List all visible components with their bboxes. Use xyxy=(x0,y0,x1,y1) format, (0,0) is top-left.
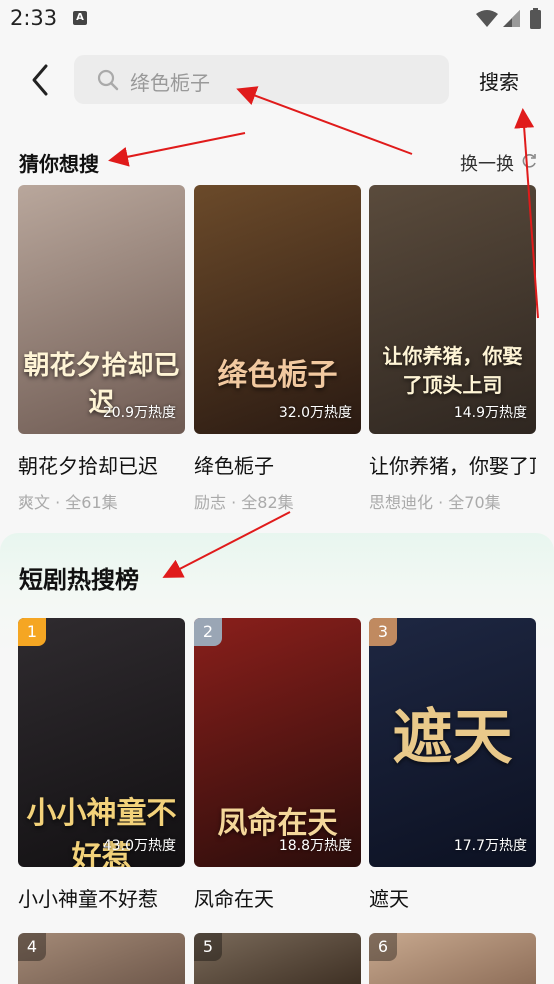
refresh-button[interactable]: 换一换 xyxy=(460,150,536,176)
search-input[interactable]: 绛色栀子 xyxy=(74,55,449,104)
hot-card-2[interactable]: 凤命在天 2 18.8万热度 凤命在天 xyxy=(194,618,361,912)
drama-title: 凤命在天 xyxy=(194,887,274,911)
back-icon[interactable] xyxy=(26,62,56,98)
drama-title: 让你养猪，你娶了顶头上司 xyxy=(369,454,536,478)
cellular-icon xyxy=(503,10,520,27)
rank-badge: 1 xyxy=(18,618,46,646)
drama-title: 朝花夕拾却已迟 xyxy=(18,454,158,478)
hot-card-1[interactable]: 小小神童不好惹 1 43.0万热度 小小神童不好惹 xyxy=(18,618,185,912)
hot-card-4[interactable]: 4 xyxy=(18,933,185,984)
drama-meta: 励志 · 全82集 xyxy=(194,493,294,512)
notification-badge-icon: A xyxy=(73,11,87,25)
heat-count: 17.7万热度 xyxy=(453,838,527,854)
heat-count: 14.9万热度 xyxy=(453,405,527,421)
hot-card-6[interactable]: 6 xyxy=(369,933,536,984)
cover-title-art: 遮天 xyxy=(392,703,513,773)
drama-meta: 思想迪化 · 全70集 xyxy=(369,493,501,512)
guess-card-1[interactable]: 朝花夕拾却已迟 20.9万热度 朝花夕拾却已迟 爽文 · 全61集 xyxy=(18,185,185,513)
refresh-icon xyxy=(522,154,536,168)
rank-badge: 4 xyxy=(18,933,46,961)
heat-count: 32.0万热度 xyxy=(278,405,352,421)
drama-cover: 朝花夕拾却已迟 20.9万热度 xyxy=(18,185,185,434)
cover-title-art: 让你养猪，你娶了顶头上司 xyxy=(382,344,523,397)
arrow-to-guess-title xyxy=(108,132,246,167)
refresh-label: 换一换 xyxy=(460,154,514,175)
drama-meta: 爽文 · 全61集 xyxy=(18,493,118,512)
drama-title: 绛色栀子 xyxy=(194,454,274,478)
guess-section-title: 猜你想搜 xyxy=(19,152,99,176)
hot-card-5[interactable]: 5 xyxy=(194,933,361,984)
drama-title: 小小神童不好惹 xyxy=(18,887,158,911)
drama-cover: 绛色栀子 32.0万热度 xyxy=(194,185,361,434)
drama-title: 遮天 xyxy=(369,887,409,911)
drama-cover: 小小神童不好惹 1 43.0万热度 xyxy=(18,618,185,867)
rank-badge: 5 xyxy=(194,933,222,961)
rank-badge: 6 xyxy=(369,933,397,961)
heat-count: 43.0万热度 xyxy=(102,838,176,854)
search-button[interactable]: 搜索 xyxy=(479,66,519,95)
drama-cover: 让你养猪，你娶了顶头上司 14.9万热度 xyxy=(369,185,536,434)
cover-title-art: 绛色栀子 xyxy=(217,358,338,393)
hot-card-3[interactable]: 遮天 3 17.7万热度 遮天 xyxy=(369,618,536,912)
status-bar: 2:33 A xyxy=(0,0,554,38)
search-icon xyxy=(97,69,119,91)
drama-cover: 遮天 3 17.7万热度 xyxy=(369,618,536,867)
guess-card-2[interactable]: 绛色栀子 32.0万热度 绛色栀子 励志 · 全82集 xyxy=(194,185,361,513)
search-placeholder: 绛色栀子 xyxy=(130,71,210,95)
guess-card-3[interactable]: 让你养猪，你娶了顶头上司 14.9万热度 让你养猪，你娶了顶头上司 思想迪化 ·… xyxy=(369,185,536,513)
status-time: 2:33 xyxy=(10,6,58,30)
heat-count: 18.8万热度 xyxy=(278,838,352,854)
battery-icon xyxy=(530,8,541,29)
rank-badge: 3 xyxy=(369,618,397,646)
heat-count: 20.9万热度 xyxy=(102,405,176,421)
rank-badge: 2 xyxy=(194,618,222,646)
drama-cover: 凤命在天 2 18.8万热度 xyxy=(194,618,361,867)
hot-section-title: 短剧热搜榜 xyxy=(19,566,139,594)
wifi-icon xyxy=(476,10,498,27)
cover-title-art: 小小神童不好惹 xyxy=(26,796,177,867)
